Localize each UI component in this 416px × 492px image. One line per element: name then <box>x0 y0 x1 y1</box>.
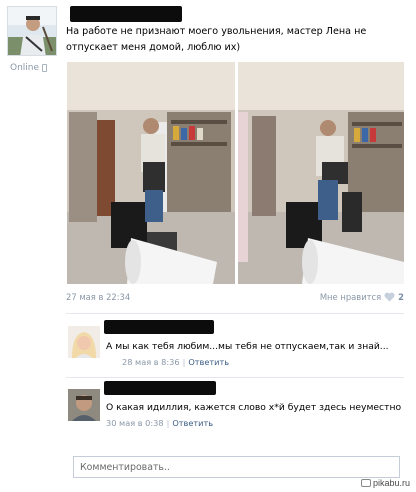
author-name-redaction <box>70 6 182 22</box>
post-text: На работе не признают моего увольнения, … <box>66 26 367 53</box>
like-count: 2 <box>398 292 404 302</box>
post-date[interactable]: 27 мая в 22:34 <box>66 292 130 302</box>
comment-compose[interactable] <box>73 456 400 478</box>
online-label: Online <box>10 63 40 73</box>
pikabu-logo-icon <box>360 479 371 487</box>
divider <box>66 313 404 314</box>
reply-link[interactable]: Ответить <box>188 357 229 367</box>
post-meta: 27 мая в 22:34 Мне нравится 2 <box>66 292 404 306</box>
heart-icon <box>384 292 395 302</box>
reply-link[interactable]: Ответить <box>172 418 213 428</box>
like-button[interactable]: Мне нравится 2 <box>320 292 404 302</box>
post-photo-2[interactable] <box>238 62 404 284</box>
comment-input[interactable] <box>74 457 399 477</box>
author-avatar[interactable] <box>7 6 57 56</box>
like-label: Мне нравится <box>319 292 382 302</box>
comment-body: А мы как тебя любим...мы тебя не отпуска… <box>106 340 402 367</box>
comment-date[interactable]: 30 мая в 0:38 <box>106 418 164 428</box>
post-photo-1[interactable] <box>67 62 235 284</box>
mobile-icon <box>42 64 48 72</box>
comment-avatar[interactable] <box>68 389 100 421</box>
comment-body: О какая идиллия, кажется слово х*й будет… <box>106 401 402 428</box>
comment-2: О какая идиллия, кажется слово х*й будет… <box>66 381 404 447</box>
divider <box>66 377 404 378</box>
comment-1: А мы как тебя любим...мы тебя не отпуска… <box>66 320 404 372</box>
separator: | <box>182 357 186 367</box>
online-status: Online <box>10 63 59 73</box>
comment-avatar[interactable] <box>68 326 100 358</box>
comment-author-redaction <box>104 381 216 395</box>
comment-text: О какая идиллия, кажется слово х*й будет… <box>106 402 402 413</box>
watermark-text: pikabu.ru <box>372 478 410 488</box>
comment-meta: 28 мая в 8:36 | Ответить <box>122 357 402 367</box>
watermark: pikabu.ru <box>360 478 410 488</box>
comment-meta: 30 мая в 0:38 | Ответить <box>106 418 402 428</box>
comment-date[interactable]: 28 мая в 8:36 <box>122 357 180 367</box>
author-column: Online <box>7 6 59 73</box>
comment-author-redaction <box>104 320 214 334</box>
separator: | <box>166 418 170 428</box>
comment-text: А мы как тебя любим...мы тебя не отпуска… <box>106 341 389 352</box>
